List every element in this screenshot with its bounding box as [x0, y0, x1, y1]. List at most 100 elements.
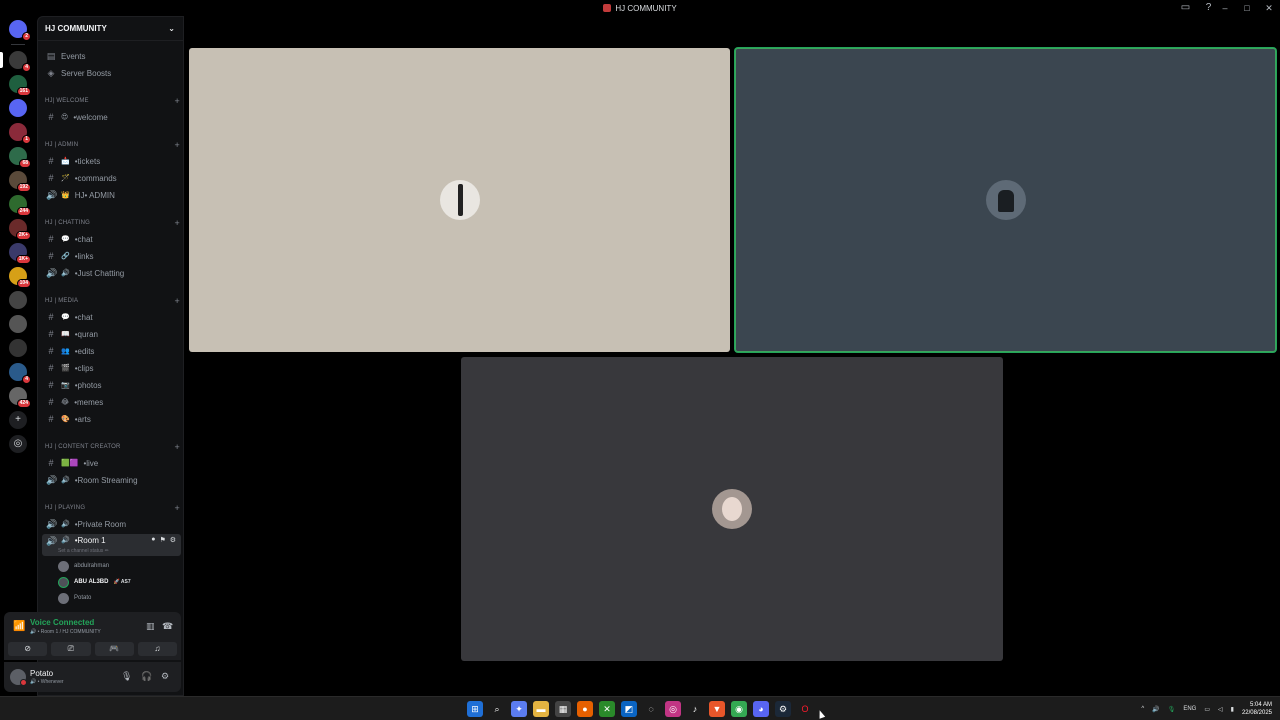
speaker-icon[interactable]: ◁	[1218, 706, 1223, 713]
channel-item[interactable]: # 🎬 •clips	[42, 361, 181, 375]
server-icon[interactable]: 2K+	[9, 219, 31, 240]
search-icon[interactable]: ⌕	[489, 701, 505, 717]
disconnect-icon[interactable]: ☎	[162, 621, 173, 632]
server-icon[interactable]: 68	[9, 147, 31, 168]
add-channel-icon[interactable]: +	[175, 140, 180, 150]
channel-item[interactable]: # 🎨 •arts	[42, 412, 181, 426]
channel-item[interactable]: # 🟩🟪 •live	[42, 456, 181, 470]
channel-item[interactable]: 🔊 🔊 •Room Streaming	[42, 473, 181, 487]
copilot-icon[interactable]: ✦	[511, 701, 527, 717]
channel-item[interactable]: # 📖 •quran	[42, 327, 181, 341]
voice-member[interactable]: Potato	[58, 591, 91, 605]
channel-item[interactable]: # 👥 •edits	[42, 344, 181, 358]
invite-icon[interactable]: ⚑	[159, 536, 165, 544]
app-icon[interactable]: ◌	[643, 701, 659, 717]
channel-item[interactable]: # 🔗 •links	[42, 249, 181, 263]
channel-category[interactable]: HJ | MEDIA +	[45, 295, 180, 307]
folder-icon[interactable]: ▬	[533, 701, 549, 717]
store-icon[interactable]: ▦	[555, 701, 571, 717]
start-icon[interactable]: ⊞	[467, 701, 483, 717]
server-icon[interactable]: 4	[0, 51, 31, 72]
discord-icon[interactable]: ◕	[753, 701, 769, 717]
channel-item[interactable]: # 💬 •chat	[42, 310, 181, 324]
add-channel-icon[interactable]: +	[175, 442, 180, 452]
server-icon[interactable]: 1K+	[9, 243, 31, 264]
user-name[interactable]: Potato	[30, 669, 53, 678]
channel-item[interactable]: 🔊 👑 HJ• ADMIN	[42, 188, 181, 202]
channel-category[interactable]: HJ | CONTENT CREATOR +	[45, 441, 180, 453]
microphone-icon[interactable]: 🎙	[121, 671, 132, 682]
opera-icon[interactable]: O	[797, 701, 813, 717]
channel-item[interactable]: # 😍 •welcome	[42, 110, 181, 124]
home-button[interactable]: 2	[9, 20, 31, 41]
add-channel-icon[interactable]: +	[175, 218, 180, 228]
channel-item[interactable]: # 😂 •memes	[42, 395, 181, 409]
noise-suppression-icon[interactable]: ▥	[146, 621, 155, 632]
network-icon[interactable]: ▭	[1204, 706, 1210, 713]
voice-member[interactable]: abdulrahman	[58, 559, 109, 573]
instagram-icon[interactable]: ◎	[665, 701, 681, 717]
soundboard-icon[interactable]: ♫	[137, 642, 177, 656]
signal-icon[interactable]: 📶	[13, 621, 25, 632]
channel-category[interactable]: HJ | CHATTING +	[45, 217, 180, 229]
channel-category[interactable]: HJ | ADMIN +	[45, 139, 180, 151]
voice-member[interactable]: ABU AL3BD 🚀 AS7	[58, 575, 131, 589]
inbox-icon[interactable]: ▭	[1180, 2, 1191, 13]
video-tile-2[interactable]	[735, 48, 1276, 352]
gear-icon[interactable]: ⚙	[161, 671, 169, 682]
channel-category[interactable]: HJ | PLAYING +	[45, 502, 180, 514]
brave-icon[interactable]: ▼	[709, 701, 725, 717]
headphones-icon[interactable]: 🎧	[141, 671, 152, 682]
channel-status-input[interactable]: Set a channel status ✏	[58, 548, 109, 554]
clock[interactable]: 5:04 AM 22/08/2025	[1242, 701, 1272, 717]
server-icon[interactable]: 104	[9, 267, 31, 288]
add-channel-icon[interactable]: +	[175, 96, 180, 106]
steam-icon[interactable]: ⚙	[775, 701, 791, 717]
channel-category[interactable]: HJ| WELCOME +	[45, 95, 180, 107]
avatar[interactable]	[10, 669, 27, 686]
channel-item[interactable]: # 📩 •tickets	[42, 154, 181, 168]
chrome-icon[interactable]: ◉	[731, 701, 747, 717]
server-icon[interactable]: 4	[9, 363, 31, 384]
activity-icon[interactable]: 🎮	[94, 642, 134, 656]
server-icon[interactable]	[9, 99, 27, 117]
gear-icon[interactable]: ⚙	[170, 536, 176, 544]
voice-status[interactable]: Voice Connected	[30, 618, 94, 627]
xbox-icon[interactable]: ✕	[599, 701, 615, 717]
channel-item[interactable]: # 🪄 •commands	[42, 171, 181, 185]
video-tile-1[interactable]	[189, 48, 730, 352]
server-icon[interactable]: 1	[9, 123, 31, 144]
channel-item[interactable]: # 💬 •chat	[42, 232, 181, 246]
guild-item-events[interactable]: ▤ Events	[42, 49, 181, 63]
video-tile-3[interactable]	[461, 357, 1003, 661]
close-icon[interactable]: ✕	[1258, 3, 1280, 14]
voice-location[interactable]: 🔊 • Room 1 / HJ COMMUNITY	[30, 629, 101, 635]
language-indicator[interactable]: ENG	[1183, 706, 1196, 712]
server-icon[interactable]: 192	[9, 171, 31, 192]
chat-icon[interactable]: ●	[151, 536, 155, 544]
server-icon[interactable]: 161	[9, 75, 31, 96]
volume-icon[interactable]: 🔊	[1152, 706, 1159, 713]
camera-off-icon[interactable]: ⊘	[8, 642, 48, 656]
guild-header[interactable]: HJ COMMUNITY ⌄	[38, 17, 183, 41]
maximize-icon[interactable]: □	[1236, 3, 1258, 13]
add-server-icon[interactable]: +	[9, 411, 27, 429]
server-icon[interactable]	[9, 339, 27, 357]
tiktok-icon[interactable]: ♪	[687, 701, 703, 717]
outlook-icon[interactable]: ◩	[621, 701, 637, 717]
guild-item-boosts[interactable]: ◈ Server Boosts	[42, 66, 181, 80]
channel-item[interactable]: 🔊 🔊 •Private Room	[42, 517, 181, 531]
discover-icon[interactable]: ◎	[9, 435, 27, 453]
minimize-icon[interactable]: –	[1214, 3, 1236, 13]
server-icon[interactable]	[9, 315, 27, 333]
add-channel-icon[interactable]: +	[175, 296, 180, 306]
screen-share-icon[interactable]: ⎚	[51, 642, 91, 656]
channel-item[interactable]: # 📷 •photos	[42, 378, 181, 392]
add-channel-icon[interactable]: +	[175, 503, 180, 513]
battery-icon[interactable]: ▮	[1231, 706, 1234, 713]
chevron-up-icon[interactable]: ^	[1141, 706, 1144, 712]
mic-icon[interactable]: 🎙	[1168, 706, 1176, 713]
channel-item[interactable]: 🔊 🔊 •Just Chatting	[42, 266, 181, 280]
server-icon[interactable]: 424	[9, 387, 31, 408]
server-icon[interactable]: 244	[9, 195, 31, 216]
